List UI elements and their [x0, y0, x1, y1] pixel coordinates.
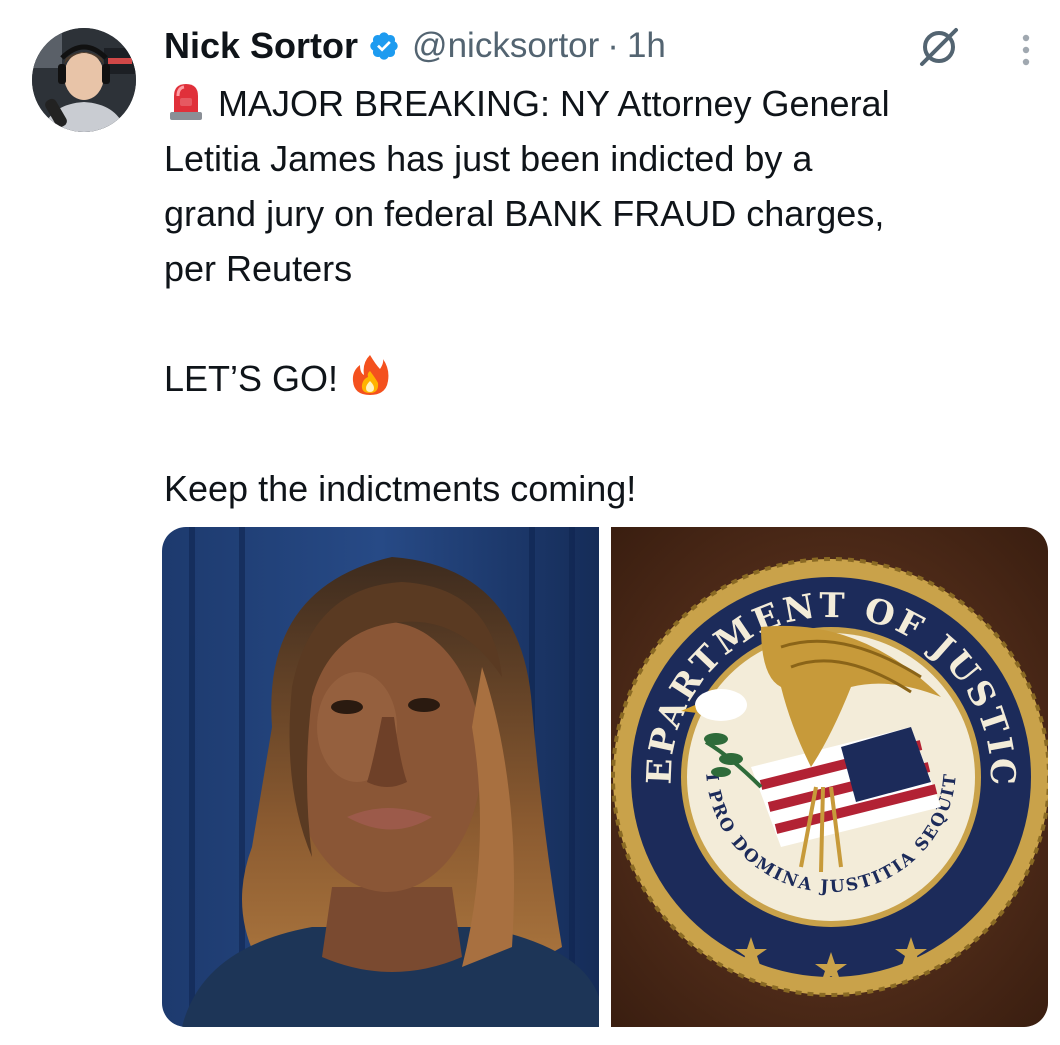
tweet-card[interactable]: Nick Sortor @nicksortor · 1h MAJOR BREAK…: [0, 0, 1060, 1045]
media-photo-portrait[interactable]: [162, 527, 599, 1027]
avatar-image: [32, 28, 136, 132]
timestamp[interactable]: 1h: [627, 26, 666, 66]
tweet-text: MAJOR BREAKING: NY Attorney General Leti…: [164, 76, 1044, 516]
verified-badge-icon: [368, 30, 400, 62]
separator-dot: ·: [607, 26, 619, 65]
grok-icon[interactable]: [916, 24, 962, 70]
tweet-line-2: Letitia James has just been indicted by …: [164, 138, 813, 179]
author-handle[interactable]: @nicksortor: [412, 26, 599, 66]
tweet-header: Nick Sortor @nicksortor · 1h: [164, 20, 666, 72]
tweet-line-4: per Reuters: [164, 248, 353, 289]
tweet-line-1-text: MAJOR BREAKING: NY Attorney General: [218, 83, 890, 124]
more-options-icon[interactable]: [1014, 30, 1038, 70]
police-light-emoji: [164, 78, 208, 137]
media-photo-doj-seal[interactable]: DEPARTMENT OF JUSTICE QUI PRO DOMINA JUS…: [611, 527, 1048, 1027]
tweet-line-5-text: LET’S GO!: [164, 358, 339, 399]
fire-emoji: [350, 353, 390, 412]
tweet-line-6: Keep the indictments coming!: [164, 468, 637, 509]
media-grid: DEPARTMENT OF JUSTICE QUI PRO DOMINA JUS…: [162, 527, 1048, 1027]
avatar[interactable]: [32, 28, 136, 132]
author-name[interactable]: Nick Sortor: [164, 25, 358, 67]
tweet-line-3: grand jury on federal BANK FRAUD charges…: [164, 193, 885, 234]
tweet-line-1: MAJOR BREAKING: NY Attorney General: [164, 76, 1044, 131]
tweet-line-5: LET’S GO!: [164, 351, 1044, 406]
